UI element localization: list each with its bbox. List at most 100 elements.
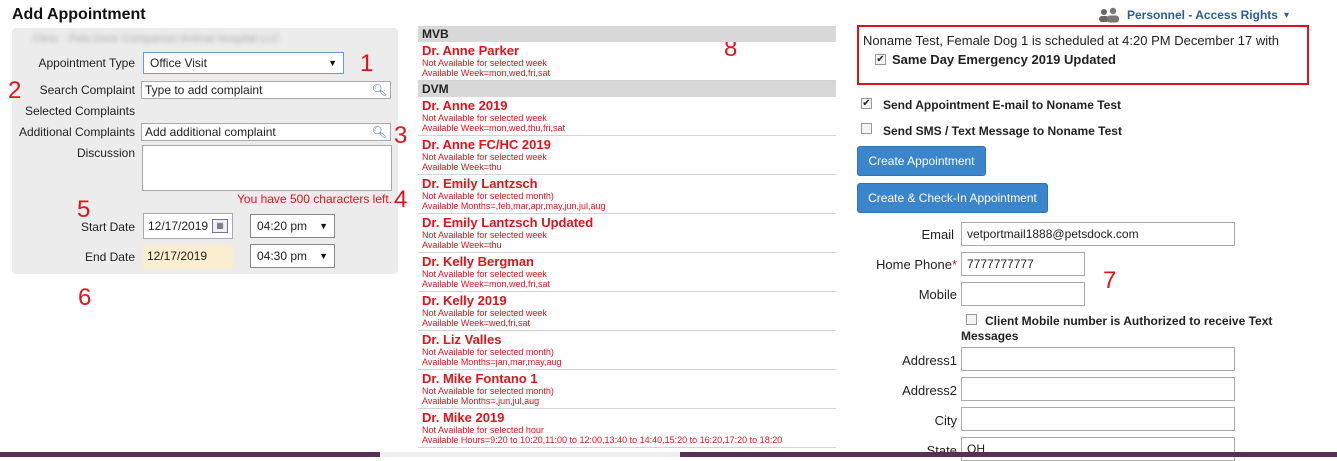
provider-name: Dr. Anne Parker (422, 43, 520, 58)
annotation-number-3: 3 (394, 122, 408, 149)
provider-availability: Available Months=,feb,mar,apr,may,jun,ju… (422, 201, 606, 211)
appointment-type-label: Appointment Type (38, 56, 135, 70)
personnel-menu[interactable]: Personnel - Access Rights ▾ (1097, 7, 1289, 23)
send-sms-checkbox[interactable] (861, 123, 872, 134)
provider-status: Not Available for selected month) (422, 347, 554, 357)
send-email-checkbox[interactable]: ✔ (861, 98, 872, 109)
create-checkin-appointment-button[interactable]: Create & Check-In Appointment (857, 183, 1048, 213)
provider-availability: Available Week=thu (422, 240, 502, 250)
send-sms-label: Send SMS / Text Message to Noname Test (883, 124, 1122, 138)
end-date-value: 12/17/2019 (143, 245, 233, 269)
appointment-type-select[interactable]: Office Visit ▼ (143, 52, 344, 74)
provider-name: Dr. Mike 2019 (422, 410, 505, 425)
additional-complaints-input[interactable]: Add additional complaint 🔍︎ (141, 123, 391, 141)
provider-list: MVB Dr. Anne Parker Not Available for sele… (418, 26, 836, 457)
provider-item[interactable]: Dr. Emily Lantzsch Updated Not Available … (418, 214, 836, 253)
provider-availability: Available Week=mon,wed,fri,sat (422, 279, 550, 289)
provider-group-header: DVM (418, 81, 836, 97)
provider-status: Not Available for selected month) (422, 191, 554, 201)
bottom-scroll-strip (0, 452, 1337, 457)
clinic-name-blurred: Clinic - Pets Dock Companion Animal Hosp… (32, 33, 281, 45)
provider-name: Dr. Anne 2019 (422, 98, 508, 113)
provider-availability: Available Hours=9:20 to 10:20,11:00 to 1… (422, 435, 783, 445)
selected-complaints-label: Selected Complaints (24, 104, 135, 118)
provider-item[interactable]: Dr. Liz Valles Not Available for selected… (418, 331, 836, 370)
annotation-number-5: 5 (77, 196, 91, 223)
provider-availability: Available Months=,jun,jul,aug (422, 396, 540, 406)
provider-name: Dr. Mike Fontano 1 (422, 371, 538, 386)
required-mark: * (951, 257, 957, 272)
provider-status: Not Available for selected week (422, 308, 547, 318)
provider-status: Not Available for selected week (422, 152, 547, 162)
email-label: Email (921, 227, 954, 242)
page-title: Add Appointment (12, 6, 146, 23)
provider-group-header: MVB (418, 26, 836, 42)
personnel-label: Personnel - Access Rights (1127, 8, 1278, 22)
search-complaint-input[interactable]: Type to add complaint 🔍︎ (141, 81, 391, 99)
search-icon[interactable]: 🔍︎ (372, 83, 387, 97)
discussion-label: Discussion (76, 146, 135, 160)
mobile-label: Mobile (918, 287, 957, 302)
search-complaint-label: Search Complaint (39, 83, 135, 97)
city-input[interactable] (961, 407, 1235, 431)
reason-checkbox[interactable]: ✔ (875, 54, 886, 65)
provider-item[interactable]: Dr. Kelly Bergman Not Available for selec… (418, 253, 836, 292)
create-appointment-button[interactable]: Create Appointment (857, 146, 986, 176)
provider-item[interactable]: Dr. Anne 2019 Not Available for selected … (418, 97, 836, 136)
annotation-number-1: 1 (360, 50, 374, 77)
provider-availability: Available Week=wed,fri,sat (422, 318, 530, 328)
provider-availability: Available Week=thu (422, 162, 502, 172)
provider-availability: Available Week=mon,wed,thu,fri,sat (422, 123, 565, 133)
annotation-number-7: 7 (1103, 267, 1117, 294)
provider-status: Not Available for selected hour (422, 425, 544, 435)
annotation-number-2: 2 (8, 77, 22, 104)
provider-status: Not Available for selected week (422, 113, 547, 123)
state-input[interactable]: OH (961, 437, 1235, 461)
home-phone-input[interactable]: 7777777777 (961, 252, 1085, 276)
address1-label: Address1 (902, 353, 957, 368)
provider-item[interactable]: Dr. Mike Fontano 1 Not Available for sele… (418, 370, 836, 409)
provider-name: Dr. Emily Lantzsch Updated (422, 215, 594, 230)
provider-name: Dr. Anne FC/HC 2019 (422, 137, 551, 152)
provider-item[interactable]: Dr. Mike 2019 Not Available for selected … (418, 409, 836, 448)
calendar-icon[interactable]: ▦ (212, 219, 228, 233)
provider-item[interactable]: Dr. Anne FC/HC 2019 Not Available for sel… (418, 136, 836, 175)
annotation-number-4: 4 (394, 186, 408, 213)
provider-status: Not Available for selected week (422, 58, 547, 68)
dropdown-arrow-icon: ▼ (319, 221, 328, 231)
provider-item[interactable]: Dr. Anne Parker Not Available for selecte… (418, 42, 836, 81)
city-label: City (934, 413, 957, 428)
address2-label: Address2 (902, 383, 957, 398)
email-input[interactable]: vetportmail1888@petsdock.com (961, 222, 1235, 246)
provider-name: Dr. Emily Lantzsch (422, 176, 538, 191)
chevron-down-icon: ▾ (1283, 9, 1289, 21)
annotation-number-6: 6 (78, 284, 92, 311)
provider-availability: Available Months=jan,mar,may,aug (422, 357, 562, 367)
home-phone-label: Home Phone* (876, 257, 957, 272)
search-icon[interactable]: 🔍︎ (372, 125, 387, 139)
characters-left-text: You have 500 characters left. (237, 192, 392, 206)
provider-item[interactable]: Dr. Emily Lantzsch Not Available for sele… (418, 175, 836, 214)
start-date-input[interactable]: 12/17/2019 ▦ (143, 213, 233, 239)
end-date-label: End Date (84, 250, 135, 264)
dropdown-arrow-icon: ▼ (319, 251, 328, 261)
address1-input[interactable] (961, 347, 1235, 371)
provider-availability: Available Week=mon,wed,fri,sat (422, 68, 550, 78)
end-time-select[interactable]: 04:30 pm ▼ (250, 244, 335, 268)
discussion-textarea[interactable] (142, 145, 392, 191)
schedule-message: Noname Test, Female Dog 1 is scheduled a… (863, 33, 1279, 48)
provider-name: Dr. Liz Valles (422, 332, 502, 347)
provider-name: Dr. Kelly Bergman (422, 254, 534, 269)
additional-complaints-label: Additional Complaints (18, 125, 135, 139)
provider-status: Not Available for selected week (422, 269, 547, 279)
address2-input[interactable] (961, 377, 1235, 401)
mobile-input[interactable] (961, 282, 1085, 306)
dropdown-arrow-icon: ▼ (328, 58, 337, 68)
mobile-auth-label: Client Mobile number is Authorized to re… (961, 314, 1273, 343)
provider-name: Dr. Kelly 2019 (422, 293, 507, 308)
provider-status: Not Available for selected week (422, 230, 547, 240)
provider-item[interactable]: Dr. Kelly 2019 Not Available for selected… (418, 292, 836, 331)
schedule-reason: Same Day Emergency 2019 Updated (892, 52, 1116, 67)
start-time-select[interactable]: 04:20 pm ▼ (250, 214, 335, 238)
users-icon (1099, 7, 1119, 23)
